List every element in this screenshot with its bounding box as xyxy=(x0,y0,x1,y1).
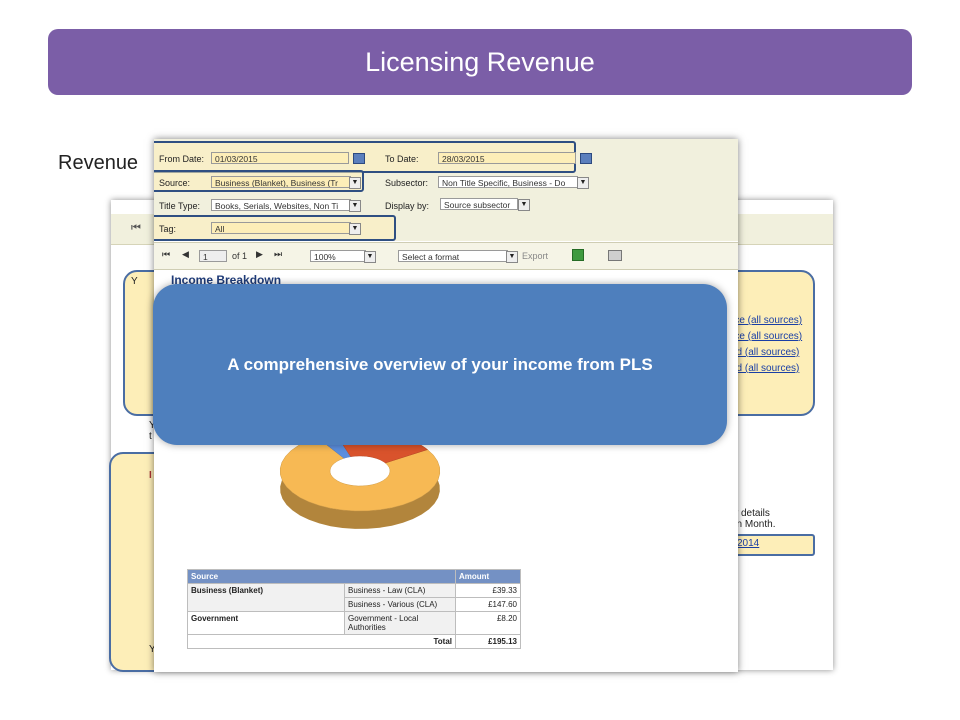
first-page-icon[interactable]: ⏮ xyxy=(162,249,170,260)
refresh-icon[interactable] xyxy=(572,249,584,261)
chevron-down-icon[interactable]: ▼ xyxy=(349,177,361,189)
subsector-cell: Business - Various (CLA) xyxy=(344,597,456,612)
source-cell: Government xyxy=(187,611,345,635)
tag-select[interactable]: All xyxy=(211,222,351,234)
table-row: Business (Blanket) Business - Law (CLA) … xyxy=(187,583,521,612)
subsector-label: Subsector: xyxy=(385,178,429,188)
amount-cell: £8.20 xyxy=(455,611,521,635)
source-link[interactable]: rce (all sources) xyxy=(731,313,802,329)
table-header-row: Source Amount xyxy=(187,569,521,584)
calendar-icon[interactable] xyxy=(580,153,592,164)
back-snippet-text: t xyxy=(149,431,152,442)
amount-cell: £147.60 xyxy=(455,597,521,612)
total-spacer xyxy=(187,634,345,649)
first-page-icon[interactable]: ⏮ xyxy=(131,222,141,235)
subsector-select[interactable]: Non Title Specific, Business - Do xyxy=(438,176,578,188)
amount-column-header: Amount xyxy=(455,569,521,584)
page-number-input[interactable]: 1 xyxy=(199,250,227,262)
table-total-row: Total £195.13 xyxy=(187,634,521,649)
income-donut-chart xyxy=(279,430,441,529)
chevron-down-icon[interactable]: ▼ xyxy=(518,199,530,211)
source-link[interactable]: ed (all sources) xyxy=(731,345,802,361)
slide-title: Licensing Revenue xyxy=(365,46,595,77)
subsector-cell: Government - Local Authorities xyxy=(344,611,456,635)
display-by-label: Display by: xyxy=(385,201,430,211)
source-label: Source: xyxy=(159,178,191,188)
source-select[interactable]: Business (Blanket), Business (Tr xyxy=(211,176,351,188)
amount-cell: £39.33 xyxy=(455,583,521,598)
page-count-label: of 1 xyxy=(232,251,248,261)
source-link[interactable]: rce (all sources) xyxy=(731,329,802,345)
chevron-down-icon[interactable]: ▼ xyxy=(349,223,361,235)
source-link[interactable]: ed (all sources) xyxy=(731,361,802,377)
display-by-select[interactable]: Source subsector xyxy=(440,198,518,210)
zoom-select[interactable]: 100% xyxy=(310,250,366,262)
chevron-down-icon[interactable]: ▼ xyxy=(364,251,376,263)
source-column-header: Source xyxy=(187,569,456,584)
chevron-down-icon[interactable]: ▼ xyxy=(349,200,361,212)
overview-callout: A comprehensive overview of your income … xyxy=(153,284,727,445)
title-type-label: Title Type: xyxy=(159,201,201,211)
calendar-icon[interactable] xyxy=(353,153,365,164)
callout-text: A comprehensive overview of your income … xyxy=(227,354,653,374)
date-link[interactable]: 2014 xyxy=(737,538,759,549)
from-date-label: From Date: xyxy=(159,154,205,164)
income-table: Source Amount Business (Blanket) Busines… xyxy=(187,569,521,649)
chevron-down-icon[interactable]: ▼ xyxy=(577,177,589,189)
source-cell: Business (Blanket) xyxy=(187,583,345,612)
back-source-links: rce (all sources) rce (all sources) ed (… xyxy=(731,313,802,377)
subsector-cell: Business - Law (CLA) xyxy=(344,583,456,598)
back-snippet-text: I xyxy=(149,470,152,481)
tag-label: Tag: xyxy=(159,224,177,234)
last-page-icon[interactable]: ⏭ xyxy=(274,249,282,260)
title-banner: Licensing Revenue xyxy=(48,29,912,95)
report-parameters: From Date: 01/03/2015 To Date: 28/03/201… xyxy=(154,139,738,241)
report-pager-toolbar: ⏮ ◀ 1 of 1 ▶ ⏭ 100% ▼ Select a format ▼ … xyxy=(154,242,738,270)
to-date-label: To Date: xyxy=(385,154,419,164)
from-date-input[interactable]: 01/03/2015 xyxy=(211,152,349,164)
export-format-select[interactable]: Select a format xyxy=(398,250,508,262)
export-link[interactable]: Export xyxy=(522,251,548,261)
previous-page-icon[interactable]: ◀ xyxy=(182,249,189,260)
total-label: Total xyxy=(344,634,456,649)
back-snippet-text: Y xyxy=(131,276,138,287)
title-type-select[interactable]: Books, Serials, Websites, Non Ti xyxy=(211,199,351,211)
next-page-icon[interactable]: ▶ xyxy=(256,249,263,260)
to-date-input[interactable]: 28/03/2015 xyxy=(438,152,576,164)
print-icon[interactable] xyxy=(608,250,622,261)
revenue-label: Revenue xyxy=(58,152,139,174)
chevron-down-icon[interactable]: ▼ xyxy=(506,251,518,263)
table-row: Government Government - Local Authoritie… xyxy=(187,611,521,635)
total-value: £195.13 xyxy=(455,634,521,649)
